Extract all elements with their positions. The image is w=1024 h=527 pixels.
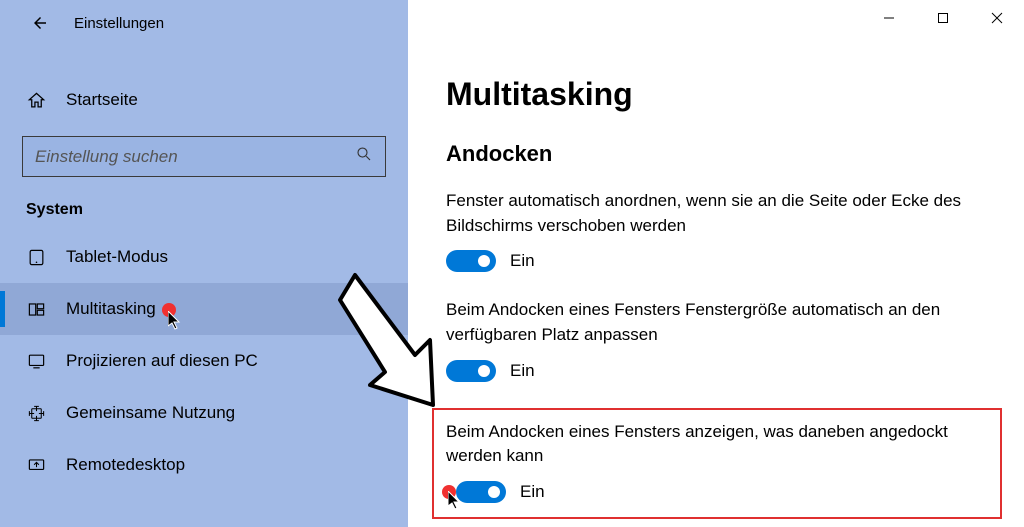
toggle-switch[interactable]	[446, 360, 496, 382]
sidebar-item-projizieren[interactable]: Projizieren auf diesen PC	[0, 335, 408, 387]
search-icon	[355, 145, 373, 168]
remote-desktop-icon	[26, 456, 46, 475]
sidebar-item-tablet-modus[interactable]: Tablet-Modus	[0, 231, 408, 283]
sidebar-section-header: System	[0, 177, 408, 231]
maximize-icon	[937, 12, 949, 24]
setting-description: Fenster automatisch anordnen, wenn sie a…	[446, 189, 1002, 238]
setting-snap-assist: Beim Andocken eines Fensters anzeigen, w…	[446, 420, 988, 503]
page-title: Multitasking	[446, 76, 1002, 113]
sidebar-item-multitasking[interactable]: Multitasking	[0, 283, 408, 335]
toggle-switch[interactable]	[446, 250, 496, 272]
setting-snap-auto-arrange: Fenster automatisch anordnen, wenn sie a…	[446, 189, 1002, 272]
section-title: Andocken	[446, 141, 1002, 167]
project-icon	[26, 352, 46, 371]
annotation-dot	[162, 303, 176, 317]
back-button[interactable]	[20, 3, 60, 43]
sidebar-item-label: Remotedesktop	[66, 455, 185, 475]
toggle-state-label: Ein	[520, 482, 545, 502]
sidebar-item-label: Multitasking	[66, 299, 156, 319]
sidebar-item-remotedesktop[interactable]: Remotedesktop	[0, 439, 408, 491]
close-button[interactable]	[970, 0, 1024, 36]
window-title: Einstellungen	[74, 15, 164, 32]
sidebar-home[interactable]: Startseite	[0, 76, 408, 124]
share-icon	[26, 404, 46, 423]
close-icon	[991, 12, 1003, 24]
sidebar-nav: Tablet-Modus Multitasking Projizieren au…	[0, 231, 408, 491]
sidebar-item-label: Projizieren auf diesen PC	[66, 351, 258, 371]
setting-snap-resize: Beim Andocken eines Fensters Fenstergröß…	[446, 298, 1002, 381]
search-input[interactable]	[35, 147, 355, 167]
setting-description: Beim Andocken eines Fensters Fenstergröß…	[446, 298, 1002, 347]
tablet-icon	[26, 248, 46, 267]
search-box[interactable]	[22, 136, 386, 177]
sidebar-item-gemeinsame-nutzung[interactable]: Gemeinsame Nutzung	[0, 387, 408, 439]
sidebar-item-label: Gemeinsame Nutzung	[66, 403, 235, 423]
annotation-dot	[442, 485, 456, 499]
arrow-left-icon	[31, 14, 49, 32]
toggle-switch[interactable]	[456, 481, 506, 503]
annotation-highlight-box: Beim Andocken eines Fensters anzeigen, w…	[432, 408, 1002, 519]
toggle-state-label: Ein	[510, 251, 535, 271]
titlebar: Einstellungen	[0, 0, 408, 46]
sidebar-item-label: Tablet-Modus	[66, 247, 168, 267]
sidebar-home-label: Startseite	[66, 90, 138, 110]
window-controls	[862, 0, 1024, 36]
minimize-icon	[883, 12, 895, 24]
setting-description: Beim Andocken eines Fensters anzeigen, w…	[446, 420, 988, 469]
minimize-button[interactable]	[862, 0, 916, 36]
multitasking-icon	[26, 300, 46, 319]
home-icon	[26, 91, 46, 110]
content-panel: Multitasking Andocken Fenster automatisc…	[408, 0, 1024, 527]
maximize-button[interactable]	[916, 0, 970, 36]
toggle-state-label: Ein	[510, 361, 535, 381]
sidebar: Einstellungen Startseite System Table	[0, 0, 408, 527]
